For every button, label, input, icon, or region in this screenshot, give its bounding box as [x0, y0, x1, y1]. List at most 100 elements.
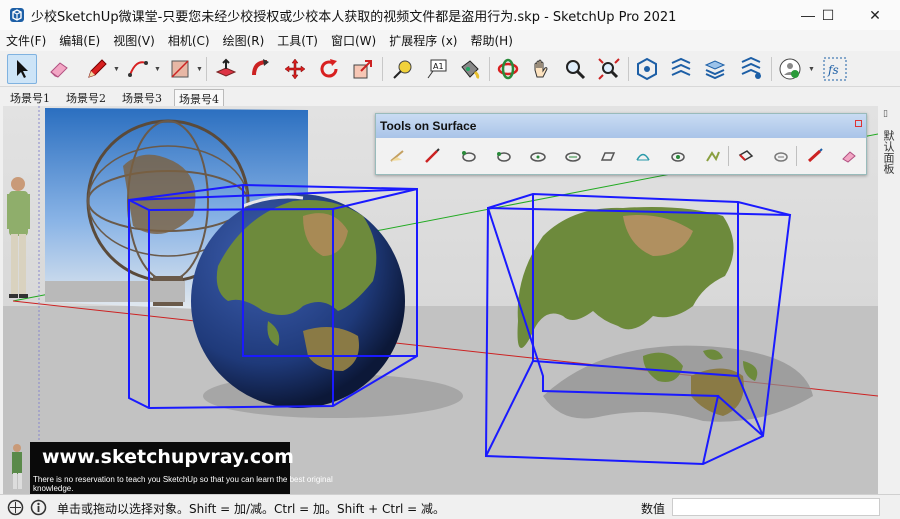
scale-icon: [353, 60, 372, 79]
menu-edit[interactable]: 编辑(E): [59, 32, 100, 49]
close-button[interactable]: ✕: [852, 0, 898, 30]
zoom-extents-icon: [598, 58, 620, 80]
eraser-tool-button[interactable]: [44, 54, 74, 84]
fs-logo-icon: fs: [823, 57, 847, 81]
polygon-on-surface-icon[interactable]: [564, 147, 582, 165]
toolbar-separator: [796, 146, 797, 166]
watermark-url: www.sketchupvray.com: [42, 446, 294, 468]
arc-icon: [128, 61, 148, 77]
menu-file[interactable]: 文件(F): [6, 32, 46, 49]
eraser-on-surface-icon[interactable]: [840, 147, 858, 165]
measurements-input[interactable]: [672, 498, 880, 516]
menu-view[interactable]: 视图(V): [113, 32, 155, 49]
follow-me-tool-button[interactable]: [246, 54, 276, 84]
large-toolset: ▼ ▼ ▼ A1 ▼ fs: [0, 51, 900, 87]
zoom-tool-button[interactable]: [560, 54, 590, 84]
toolbar-separator: [489, 57, 490, 81]
erase-contours-icon[interactable]: [806, 147, 824, 165]
push-pull-icon: [215, 58, 237, 77]
ellipse-on-surface-icon[interactable]: [529, 147, 547, 165]
close-icon[interactable]: [855, 120, 862, 127]
line-on-surface-icon[interactable]: [388, 147, 406, 165]
pan-tool-button[interactable]: [526, 54, 556, 84]
orbit-tool-button[interactable]: [493, 54, 523, 84]
toolbar-separator: [771, 57, 772, 81]
circle-on-surface-icon[interactable]: [494, 147, 512, 165]
instructor-info-icon[interactable]: [30, 499, 47, 516]
svg-text:A1: A1: [433, 62, 444, 71]
watermark-banner: www.sketchupvray.com There is no reserva…: [30, 442, 333, 494]
tools-on-surface-panel[interactable]: Tools on Surface: [375, 113, 867, 175]
close-icon: ✕: [869, 6, 881, 23]
3d-warehouse-button[interactable]: [632, 54, 662, 84]
arc-tool-button[interactable]: [123, 54, 153, 84]
paint-bucket-tool-button[interactable]: [455, 54, 485, 84]
scene-tabs: 场景号1 场景号2 场景号3 场景号4: [0, 87, 900, 106]
maximize-icon: ☐: [821, 6, 835, 23]
send-to-layout-button[interactable]: [736, 54, 766, 84]
edit-contour-icon[interactable]: [737, 147, 755, 165]
move-tool-button[interactable]: [280, 54, 310, 84]
hand-icon: [534, 59, 548, 78]
tape-measure-icon: [393, 60, 412, 79]
follow-me-icon: [252, 59, 269, 76]
scene-tab-4[interactable]: 场景号4: [174, 89, 224, 106]
move-arrows-icon: [284, 58, 306, 80]
push-pull-tool-button[interactable]: [211, 54, 241, 84]
pencil-dropdown-icon[interactable]: ▼: [113, 66, 120, 73]
menu-extensions[interactable]: 扩展程序 (x): [389, 32, 457, 49]
measurements-label: 数值: [641, 502, 666, 516]
parallelogram-on-surface-icon[interactable]: [599, 147, 617, 165]
pencil-tool-button[interactable]: [82, 54, 112, 84]
rotate-icon: [320, 59, 338, 78]
text-tool-button[interactable]: A1: [422, 54, 452, 84]
model-viewport[interactable]: Tools on Surface www.sketchupvray.com Th…: [3, 106, 878, 494]
geo-location-icon[interactable]: [7, 499, 24, 516]
zoom-extents-tool-button[interactable]: [594, 54, 624, 84]
watermark-note: There is no reservation to teach you Ske…: [33, 475, 333, 493]
restore-icon[interactable]: ▯: [883, 108, 895, 120]
layout-button[interactable]: [700, 54, 730, 84]
make-face-icon[interactable]: [772, 147, 790, 165]
menu-tools[interactable]: 工具(T): [277, 32, 318, 49]
svg-text:fs: fs: [827, 63, 839, 77]
fredoscale-button[interactable]: fs: [820, 54, 850, 84]
menu-camera[interactable]: 相机(C): [168, 32, 210, 49]
sketchup-app-icon: [10, 8, 24, 22]
default-tray-label[interactable]: 默认面板: [882, 130, 896, 174]
arc-dropdown-icon[interactable]: ▼: [154, 66, 161, 73]
menu-window[interactable]: 窗口(W): [331, 32, 376, 49]
menu-bar: 文件(F) 编辑(E) 视图(V) 相机(C) 绘图(R) 工具(T) 窗口(W…: [0, 30, 900, 51]
cursor-arrow-icon: [17, 60, 28, 78]
tools-on-surface-header[interactable]: Tools on Surface: [376, 114, 866, 138]
scene-tab-3[interactable]: 场景号3: [118, 89, 166, 106]
freehand-on-surface-icon[interactable]: [423, 147, 441, 165]
polyline-on-surface-icon[interactable]: [704, 147, 722, 165]
tools-on-surface-title: Tools on Surface: [380, 119, 477, 133]
rotate-tool-button[interactable]: [314, 54, 344, 84]
shape-tool-button[interactable]: [165, 54, 195, 84]
rectangle-on-surface-icon[interactable]: [459, 147, 477, 165]
select-tool-button[interactable]: [7, 54, 37, 84]
menu-draw[interactable]: 绘图(R): [223, 32, 265, 49]
scene-tab-2[interactable]: 场景号2: [62, 89, 110, 106]
scale-tool-button[interactable]: [348, 54, 378, 84]
default-tray[interactable]: ▯ 默认面板: [878, 106, 900, 494]
toolbar-separator: [206, 57, 207, 81]
scene-tab-1[interactable]: 场景号1: [6, 89, 54, 106]
warehouse-icon: [637, 57, 657, 81]
extension-warehouse-button[interactable]: [666, 54, 696, 84]
arc-on-surface-icon[interactable]: [634, 147, 652, 165]
tape-measure-tool-button[interactable]: [388, 54, 418, 84]
menu-help[interactable]: 帮助(H): [470, 32, 512, 49]
offset-on-surface-icon[interactable]: [669, 147, 687, 165]
maximize-button[interactable]: ☐: [805, 0, 851, 30]
orbit-icon: [497, 58, 519, 80]
eraser-icon: [50, 62, 68, 78]
account-dropdown-icon[interactable]: ▼: [808, 66, 815, 73]
paint-bucket-icon: [461, 60, 480, 80]
account-button[interactable]: [775, 54, 805, 84]
extension-warehouse-icon: [671, 57, 691, 76]
earth-globe-left[interactable]: [191, 194, 405, 408]
shape-dropdown-icon[interactable]: ▼: [196, 66, 203, 73]
